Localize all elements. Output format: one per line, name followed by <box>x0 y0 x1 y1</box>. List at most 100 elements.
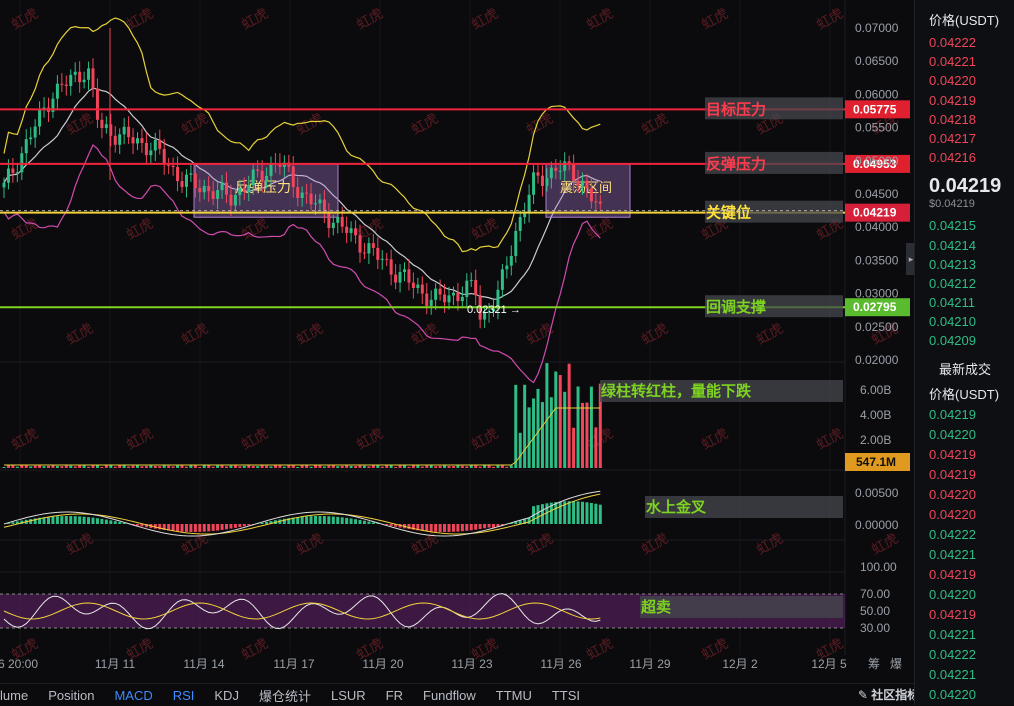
tab-lsur[interactable]: LSUR <box>331 688 366 703</box>
price-axis-label: 0.02000 <box>855 353 899 367</box>
macd-axis-label: 0.00500 <box>855 486 899 500</box>
tab-ttsi[interactable]: TTSI <box>552 688 580 703</box>
macd-bar <box>234 524 237 528</box>
tab-macd[interactable]: MACD <box>114 688 152 703</box>
time-axis-label: 11月 17 <box>273 657 314 671</box>
volume-bar <box>327 466 330 468</box>
tab-volume[interactable]: lume <box>0 688 28 703</box>
volume-note: 绿柱转红柱，量能下跌 <box>601 382 752 400</box>
rsi-axis-label: 30.00 <box>860 621 890 635</box>
tab-rsi[interactable]: RSI <box>173 688 195 703</box>
candle-body <box>149 151 152 156</box>
candle-body <box>554 168 557 171</box>
candle-body <box>172 166 175 167</box>
tab-fr[interactable]: FR <box>386 688 403 703</box>
tab-position[interactable]: Position <box>48 688 94 703</box>
support-price-text: 0.02795 <box>853 300 897 314</box>
volume-bar <box>323 466 326 468</box>
rebound-label: 反弹压力 <box>706 155 766 173</box>
trade-row: 0.04220 <box>915 485 1014 505</box>
macd-bar <box>425 524 428 531</box>
tab-fundflow[interactable]: Fundflow <box>423 688 476 703</box>
trade-row: 0.04220 <box>915 425 1014 445</box>
community-indicator-button[interactable]: ✎ 社区指标 <box>858 686 919 703</box>
bid-row[interactable]: 0.04214 <box>915 236 1014 255</box>
macd-bar <box>577 501 580 524</box>
volume-bar <box>43 466 46 468</box>
candle-body <box>314 203 317 204</box>
volume-bar <box>198 467 201 468</box>
candlestick-chart[interactable]: 虹虎虹虎虹虎虹虎虹虎虹虎虹虎虹虎虹虎虹虎虹虎虹虎虹虎虹虎虹虎虹虎虹虎虹虎虹虎虹虎… <box>0 0 914 705</box>
candle-body <box>585 181 588 188</box>
ask-row[interactable]: 0.04217 <box>915 129 1014 148</box>
ask-row[interactable]: 0.04219 <box>915 91 1014 110</box>
volume-bar <box>216 465 219 468</box>
volume-bar <box>278 466 281 468</box>
volume-bar <box>92 465 95 468</box>
macd-bar <box>461 524 464 531</box>
watermark-text: 虹虎 <box>584 635 616 663</box>
volume-bar <box>25 465 28 468</box>
macd-note: 水上金叉 <box>646 498 707 516</box>
support-label: 回调支撑 <box>706 298 766 316</box>
macd-bar <box>265 522 268 524</box>
candle-body <box>390 259 393 274</box>
watermark-text: 虹虎 <box>524 110 556 138</box>
watermark-text: 虹虎 <box>584 215 616 243</box>
volume-bar <box>256 466 259 468</box>
volume-bar <box>56 466 59 468</box>
ask-row[interactable]: 0.04221 <box>915 52 1014 71</box>
watermark-text: 虹虎 <box>64 530 96 558</box>
watermark-text: 虹虎 <box>524 530 556 558</box>
macd-bar <box>198 524 201 532</box>
tab-ttmu[interactable]: TTMU <box>496 688 532 703</box>
volume-bar <box>563 392 566 468</box>
price-axis-label: 0.03000 <box>855 287 899 301</box>
ask-row[interactable]: 0.04218 <box>915 110 1014 129</box>
candle-body <box>118 134 121 145</box>
macd-bar <box>216 524 219 531</box>
macd-bar <box>452 524 455 532</box>
macd-bar <box>590 503 593 524</box>
watermark-text: 虹虎 <box>639 110 671 138</box>
watermark-text: 虹虎 <box>409 530 441 558</box>
volume-bar <box>60 466 63 468</box>
volume-bar <box>479 467 482 468</box>
watermark-text: 虹虎 <box>239 425 271 453</box>
macd-axis-label: 0.00000 <box>855 518 899 532</box>
candle-body <box>243 188 246 192</box>
bid-row[interactable]: 0.04209 <box>915 331 1014 350</box>
bid-row[interactable]: 0.04215 <box>915 216 1014 235</box>
volume-bar <box>421 467 424 468</box>
candle-body <box>69 75 72 86</box>
volume-ma <box>4 408 600 465</box>
trade-row: 0.04219 <box>915 445 1014 465</box>
volume-bar <box>145 466 148 468</box>
volume-bar <box>354 466 357 468</box>
volume-bar <box>20 465 23 468</box>
ask-row[interactable]: 0.04222 <box>915 33 1014 52</box>
volume-bar <box>34 466 37 468</box>
bid-row[interactable]: 0.04213 <box>915 255 1014 274</box>
chart-area[interactable]: 虹虎虹虎虹虎虹虎虹虎虹虎虹虎虹虎虹虎虹虎虹虎虹虎虹虎虹虎虹虎虹虎虹虎虹虎虹虎虹虎… <box>0 0 914 705</box>
macd-bar <box>439 524 442 532</box>
candle-body <box>292 166 295 187</box>
ask-row[interactable]: 0.04220 <box>915 71 1014 90</box>
tab-liquidation[interactable]: 爆仓统计 <box>259 686 311 705</box>
bid-row[interactable]: 0.04211 <box>915 293 1014 312</box>
bid-row[interactable]: 0.04210 <box>915 312 1014 331</box>
volume-bar <box>189 465 192 468</box>
candle-body <box>372 243 375 248</box>
ask-row[interactable]: 0.04216 <box>915 148 1014 167</box>
candle-body <box>510 256 513 266</box>
tab-kdj[interactable]: KDJ <box>214 688 239 703</box>
volume-bar <box>318 465 321 468</box>
time-axis-icon: 筹 <box>868 657 880 671</box>
candle-body <box>181 181 184 187</box>
bid-row[interactable]: 0.04212 <box>915 274 1014 293</box>
volume-tag-text: 547.1M <box>856 455 896 469</box>
volume-bar <box>78 465 81 468</box>
candle-body <box>501 269 504 289</box>
volume-bar <box>407 467 410 468</box>
volume-bar <box>363 466 366 468</box>
